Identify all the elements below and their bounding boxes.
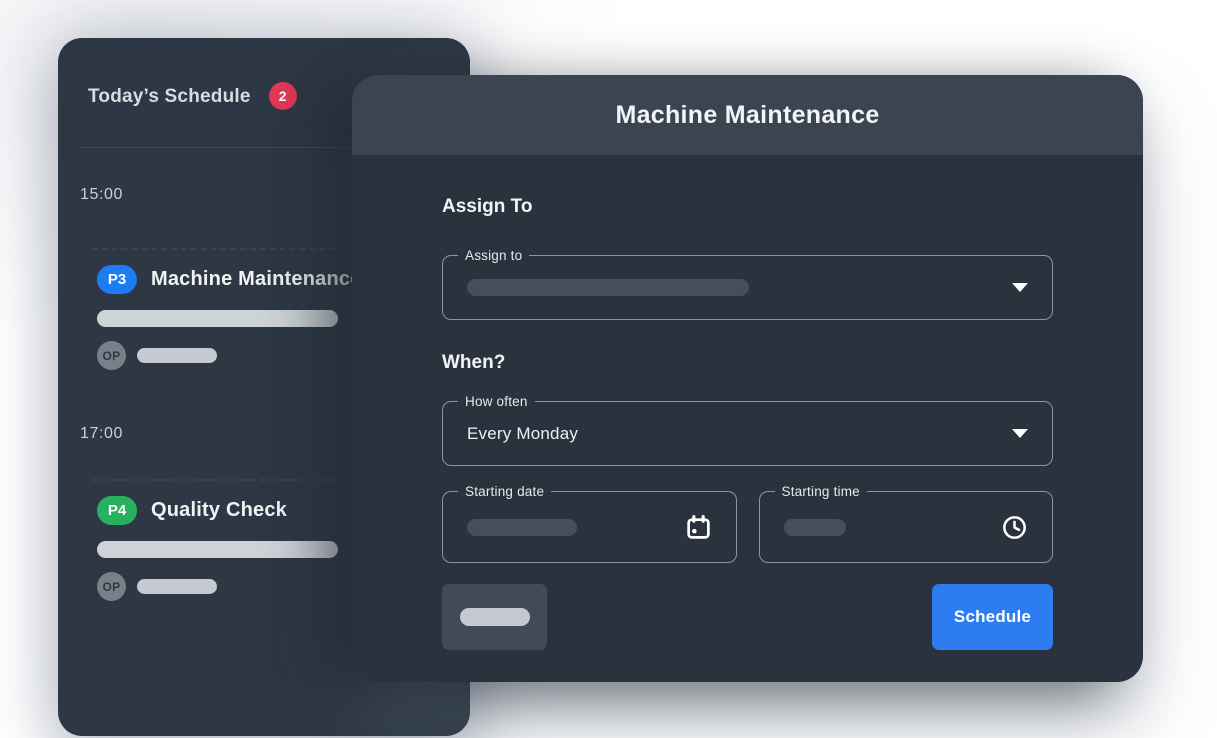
event-title: Machine Maintenance (151, 268, 362, 291)
field-label: Starting date (458, 482, 551, 501)
notification-badge: 2 (269, 82, 297, 110)
schedule-button[interactable]: Schedule (932, 584, 1053, 650)
chevron-down-icon (1012, 283, 1028, 292)
field-label: Starting time (775, 482, 867, 501)
starting-date-field[interactable]: Starting date (442, 491, 737, 563)
schedule-task-modal: Machine Maintenance Assign To Assign to … (352, 75, 1143, 682)
page-background: Today’s Schedule 2 15:00 P3 Machine Main… (0, 0, 1217, 738)
field-label: Assign to (458, 246, 529, 265)
event-title: Quality Check (151, 499, 287, 522)
starting-time-field[interactable]: Starting time (759, 491, 1054, 563)
skeleton-label-bar (460, 608, 530, 626)
skeleton-text-bar (97, 541, 338, 558)
date-time-row: Starting date Starting time (442, 491, 1053, 563)
skeleton-value-bar (784, 519, 846, 536)
modal-header: Machine Maintenance (352, 75, 1143, 155)
section-heading-assign: Assign To (442, 195, 1053, 218)
skeleton-text-bar (97, 310, 338, 327)
how-often-value: Every Monday (467, 424, 578, 444)
section-heading-when: When? (442, 351, 1053, 374)
avatar: OP (97, 341, 126, 370)
chevron-down-icon (1012, 429, 1028, 438)
modal-title: Machine Maintenance (615, 101, 879, 130)
priority-badge: P4 (97, 496, 137, 525)
assign-to-select[interactable]: Assign to (442, 255, 1053, 320)
panel-title: Today’s Schedule (88, 85, 251, 108)
skeleton-value-bar (467, 279, 749, 296)
calendar-icon[interactable] (685, 514, 712, 541)
clock-icon[interactable] (1001, 514, 1028, 541)
modal-body: Assign To Assign to When? How often Ever… (352, 155, 1143, 650)
skeleton-text-bar (137, 579, 217, 594)
timeline-divider (92, 479, 335, 481)
skeleton-text-bar (137, 348, 217, 363)
field-label: How often (458, 392, 535, 411)
secondary-skeleton-button[interactable] (442, 584, 547, 650)
modal-actions: Schedule (442, 584, 1053, 650)
how-often-select[interactable]: How often Every Monday (442, 401, 1053, 466)
avatar: OP (97, 572, 126, 601)
skeleton-value-bar (467, 519, 577, 536)
timeline-divider (92, 248, 335, 250)
priority-badge: P3 (97, 265, 137, 294)
